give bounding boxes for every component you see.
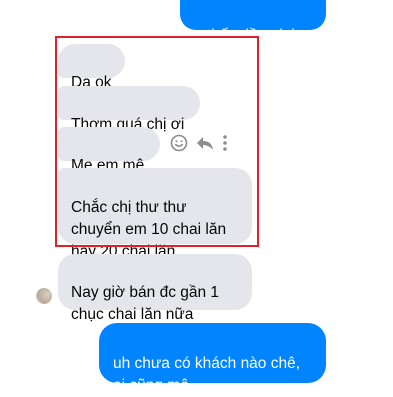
message-text: e thấy dầu ok ko [194,27,308,44]
reply-arrow-icon[interactable] [195,135,215,151]
chat-conversation: e thấy dầu ok ko Dạ ok Thơm quá chị ơi M… [0,0,393,394]
outgoing-message-bubble[interactable]: e thấy dầu ok ko [180,0,326,44]
message-actions [170,132,228,154]
incoming-message-bubble[interactable]: Chắc chị thư thư chuyển em 10 chai lăn h… [58,168,252,260]
incoming-message-bubble[interactable]: Nay giờ bán đc gần 1 chục chai lăn nữa [58,254,252,323]
message-text: Chắc chị thư thư chuyển em 10 chai lăn h… [71,199,227,260]
smiley-react-icon[interactable] [170,134,188,152]
message-text: uh chưa có khách nào chê, ai cũng mê [113,355,301,394]
message-text: Nay giờ bán đc gần 1 chục chai lăn nữa [71,284,220,323]
incoming-message-bubble[interactable]: Dạ ok [58,44,125,91]
more-vertical-icon[interactable] [222,134,228,152]
incoming-message-bubble[interactable]: Mẹ em mê [58,127,160,174]
incoming-message-bubble[interactable]: Thơm quá chị ơi [58,86,200,133]
outgoing-message-bubble[interactable]: uh chưa có khách nào chê, ai cũng mê [99,323,326,394]
avatar [36,288,52,304]
